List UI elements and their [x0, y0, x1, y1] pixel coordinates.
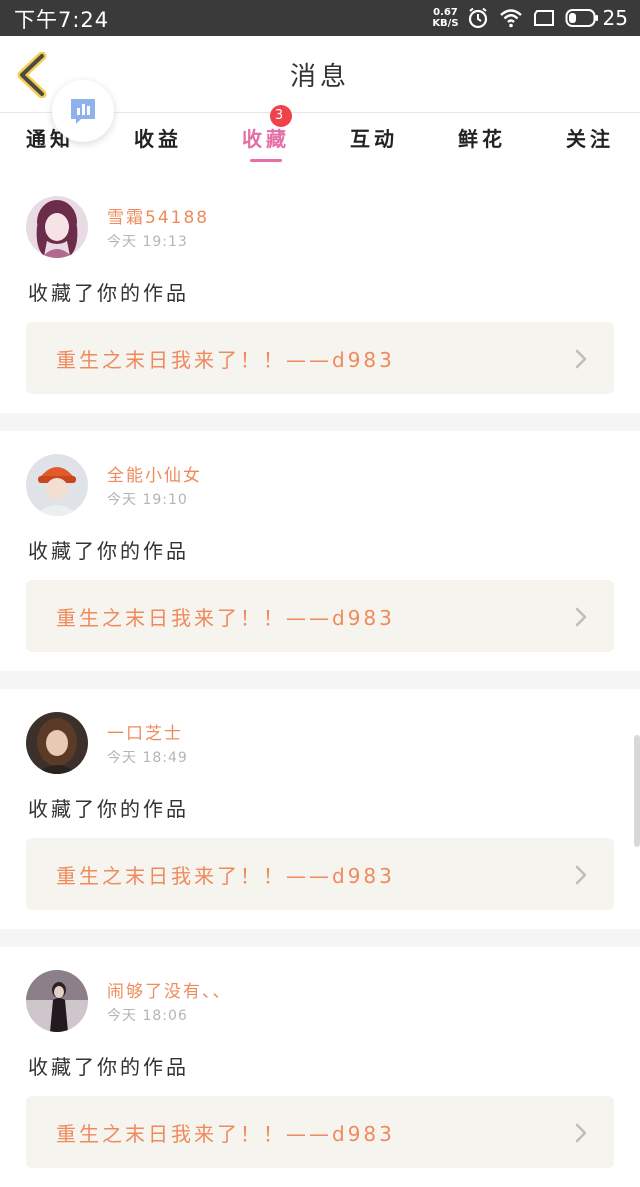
tab-favorites[interactable]: 收藏 3 [216, 105, 316, 173]
action-text: 收藏了你的作品 [28, 1055, 189, 1079]
message-feed: 雪霜54188 今天 19:13 收藏了你的作品 重生之末日我来了！！——d98… [0, 173, 640, 1187]
status-right: 0.67 KB/S 25 [432, 0, 628, 36]
tab-label: 互动 [350, 127, 398, 151]
work-link[interactable]: 重生之末日我来了！！——d983 [26, 1096, 614, 1168]
square-icon [533, 9, 555, 27]
status-bar: 下午7:24 0.67 KB/S 25 [0, 0, 640, 36]
wifi-icon [499, 8, 523, 28]
work-title: 重生之末日我来了！！——d983 [56, 348, 395, 372]
status-time: 下午7:24 [14, 8, 110, 32]
tab-label: 收益 [134, 127, 182, 151]
tab-flowers[interactable]: 鲜花 [432, 113, 532, 173]
username[interactable]: 闹够了没有、、 [107, 977, 232, 1002]
chevron-right-icon [575, 349, 587, 369]
action-text: 收藏了你的作品 [28, 281, 189, 305]
battery-level: 25 [602, 6, 628, 30]
work-title: 重生之末日我来了！！——d983 [56, 606, 395, 630]
message-card: 全能小仙女 今天 19:10 收藏了你的作品 重生之末日我来了！！——d983 [0, 431, 640, 671]
action-text: 收藏了你的作品 [28, 539, 189, 563]
divider [0, 413, 640, 431]
divider [0, 671, 640, 689]
timestamp: 今天 19:13 [107, 234, 188, 250]
network-speed: 0.67 KB/S [432, 7, 458, 29]
tab-interactions[interactable]: 互动 [324, 113, 424, 173]
username[interactable]: 全能小仙女 [107, 461, 202, 486]
divider [0, 929, 640, 947]
username[interactable]: 一口芝士 [107, 719, 183, 744]
floating-stats-button[interactable] [52, 80, 114, 142]
work-title: 重生之末日我来了！！——d983 [56, 1122, 395, 1146]
avatar[interactable] [26, 970, 88, 1032]
scroll-handle[interactable] [634, 735, 640, 847]
timestamp: 今天 18:49 [107, 750, 188, 766]
tab-earnings[interactable]: 收益 [108, 113, 208, 173]
tab-label: 鲜花 [458, 127, 506, 151]
username[interactable]: 雪霜54188 [107, 203, 209, 228]
avatar[interactable] [26, 196, 88, 258]
chevron-right-icon [575, 865, 587, 885]
message-card: 闹够了没有、、 今天 18:06 收藏了你的作品 重生之末日我来了！！——d98… [0, 947, 640, 1187]
battery-icon [565, 8, 599, 28]
tab-following[interactable]: 关注 [540, 113, 640, 173]
action-text: 收藏了你的作品 [28, 797, 189, 821]
timestamp: 今天 18:06 [107, 1008, 188, 1024]
work-title: 重生之末日我来了！！——d983 [56, 864, 395, 888]
active-tab-indicator [250, 159, 282, 162]
work-link[interactable]: 重生之末日我来了！！——d983 [26, 580, 614, 652]
message-card: 一口芝士 今天 18:49 收藏了你的作品 重生之末日我来了！！——d983 [0, 689, 640, 929]
network-speed-unit: KB/S [432, 18, 459, 29]
message-card: 雪霜54188 今天 19:13 收藏了你的作品 重生之末日我来了！！——d98… [0, 173, 640, 413]
network-speed-value: 0.67 [433, 7, 458, 18]
tab-label: 关注 [566, 127, 614, 151]
chevron-right-icon [575, 1123, 587, 1143]
bar-chart-icon [71, 99, 95, 124]
timestamp: 今天 19:10 [107, 492, 188, 508]
avatar[interactable] [26, 454, 88, 516]
avatar[interactable] [26, 712, 88, 774]
unread-count-badge: 3 [270, 105, 292, 127]
work-link[interactable]: 重生之末日我来了！！——d983 [26, 322, 614, 394]
work-link[interactable]: 重生之末日我来了！！——d983 [26, 838, 614, 910]
chevron-right-icon [575, 607, 587, 627]
alarm-icon [467, 7, 489, 29]
